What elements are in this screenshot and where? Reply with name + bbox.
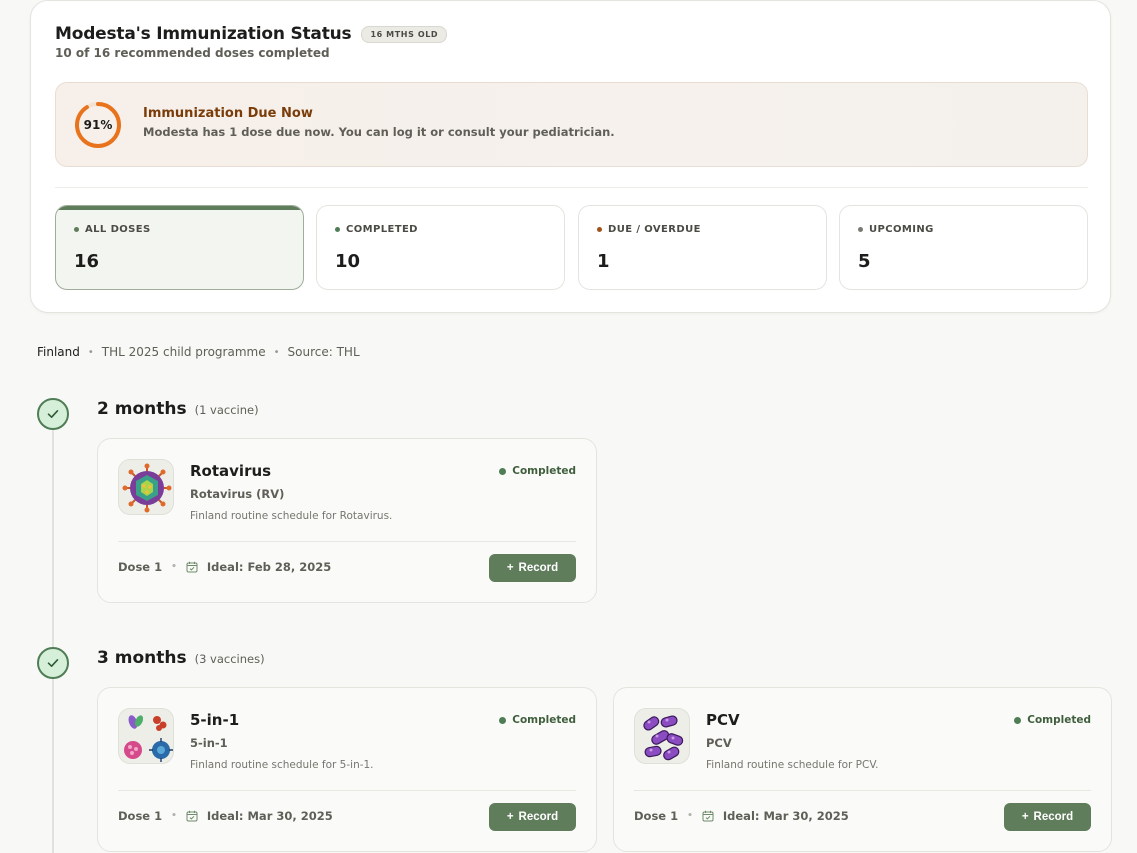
vaccine-description: Finland routine schedule for PCV. — [706, 759, 879, 771]
stat-value: 1 — [597, 251, 610, 272]
record-button-label: Record — [1033, 811, 1074, 823]
stat-dot — [597, 227, 602, 232]
checkmark-icon — [47, 659, 59, 667]
status-label: Completed — [1027, 714, 1091, 726]
stat-value: 10 — [335, 251, 361, 272]
summary-subtitle: 10 of 16 recommended doses completed — [55, 46, 330, 60]
bullet-separator: • — [687, 811, 693, 821]
progress-ring: 91% — [73, 100, 123, 150]
age-group-header: 3 months (3 vaccines) — [97, 648, 265, 668]
source-attribution: Source: THL — [287, 345, 360, 359]
rotavirus-icon — [118, 459, 174, 515]
bullet-separator: • — [171, 562, 177, 572]
ideal-date: Ideal: Feb 28, 2025 — [206, 560, 332, 574]
vaccine-card-rotavirus[interactable]: Rotavirus Rotavirus (RV) Finland routine… — [97, 438, 597, 603]
bullet-separator: • — [273, 346, 280, 358]
record-dose-button[interactable]: + Record — [489, 803, 576, 831]
age-group-count: (3 vaccines) — [194, 652, 265, 666]
stat-label: ALL DOSES — [85, 224, 151, 235]
dose-info: Dose 1 • Ideal: Feb 28, 2025 — [118, 560, 331, 574]
dose-info: Dose 1 • Ideal: Mar 30, 2025 — [118, 809, 333, 823]
calendar-check-icon — [186, 561, 198, 573]
dose-number: Dose 1 — [118, 560, 163, 574]
vaccine-name: Rotavirus — [190, 462, 272, 480]
status-label: Completed — [512, 465, 576, 477]
vaccine-subname: PCV — [706, 736, 732, 750]
page-title: Modesta's Immunization Status — [55, 24, 352, 44]
source-programme: THL 2025 child programme — [101, 345, 266, 359]
status-badge: Completed — [1014, 714, 1091, 726]
vaccine-description: Finland routine schedule for Rotavirus. — [190, 510, 393, 522]
summary-divider — [55, 187, 1088, 188]
combo-vaccine-icon — [118, 708, 174, 764]
schedule-source-line: Finland • THL 2025 child programme • Sou… — [37, 345, 360, 359]
plus-icon: + — [506, 562, 514, 574]
bullet-separator: • — [171, 811, 177, 821]
stat-dot — [858, 227, 863, 232]
timeline-node-complete — [37, 647, 69, 679]
status-badge: Completed — [499, 714, 576, 726]
record-button-label: Record — [518, 811, 559, 823]
vaccine-card-5-in-1[interactable]: 5-in-1 5-in-1 Finland routine schedule f… — [97, 687, 597, 852]
age-badge: 16 MTHS OLD — [361, 25, 448, 43]
dose-number: Dose 1 — [634, 809, 679, 823]
stat-filter-all-doses[interactable]: ALL DOSES 16 — [55, 205, 304, 290]
plus-icon: + — [506, 811, 514, 823]
card-divider — [634, 790, 1091, 791]
timeline-line — [52, 428, 54, 853]
due-banner-text: Modesta has 1 dose due now. You can log … — [143, 125, 615, 139]
stat-filter-due-overdue[interactable]: DUE / OVERDUE 1 — [578, 205, 827, 290]
stat-value: 16 — [74, 251, 100, 272]
status-badge: Completed — [499, 465, 576, 477]
ideal-date: Ideal: Mar 30, 2025 — [722, 809, 849, 823]
pneumococcus-icon — [634, 708, 690, 764]
vaccine-name: 5-in-1 — [190, 711, 240, 729]
stat-dot — [335, 227, 340, 232]
vaccine-subname: Rotavirus (RV) — [190, 487, 285, 501]
immunization-summary-card: Modesta's Immunization Status 16 MTHS OL… — [30, 0, 1111, 313]
stat-filter-upcoming[interactable]: UPCOMING 5 — [839, 205, 1088, 290]
summary-title-row: Modesta's Immunization Status 16 MTHS OL… — [55, 24, 448, 44]
vaccine-description: Finland routine schedule for 5-in-1. — [190, 759, 374, 771]
stat-dot — [74, 227, 79, 232]
dose-info: Dose 1 • Ideal: Mar 30, 2025 — [634, 809, 849, 823]
checkmark-icon — [47, 410, 59, 418]
age-group-header: 2 months (1 vaccine) — [97, 399, 259, 419]
record-dose-button[interactable]: + Record — [489, 554, 576, 582]
plus-icon: + — [1021, 811, 1029, 823]
calendar-check-icon — [186, 810, 198, 822]
vaccine-name: PCV — [706, 711, 740, 729]
age-group-count: (1 vaccine) — [194, 403, 259, 417]
timeline-node-complete — [37, 398, 69, 430]
card-divider — [118, 541, 576, 542]
progress-percent: 91% — [83, 118, 113, 132]
stat-label: COMPLETED — [346, 224, 418, 235]
status-dot — [1014, 716, 1022, 724]
due-banner-title: Immunization Due Now — [143, 106, 313, 121]
vaccine-subname: 5-in-1 — [190, 736, 228, 750]
status-dot — [499, 467, 507, 475]
vaccine-card-pcv[interactable]: PCV PCV Finland routine schedule for PCV… — [613, 687, 1112, 852]
status-label: Completed — [512, 714, 576, 726]
status-dot — [499, 716, 507, 724]
age-group-title: 2 months — [97, 399, 187, 419]
due-now-banner[interactable]: 91% Immunization Due Now Modesta has 1 d… — [55, 82, 1088, 167]
bullet-separator: • — [87, 346, 94, 358]
calendar-check-icon — [702, 810, 714, 822]
stat-label: UPCOMING — [869, 224, 934, 235]
ideal-date: Ideal: Mar 30, 2025 — [206, 809, 333, 823]
age-group-title: 3 months — [97, 648, 187, 668]
card-divider — [118, 790, 576, 791]
stat-value: 5 — [858, 251, 871, 272]
source-country: Finland — [37, 345, 80, 359]
record-dose-button[interactable]: + Record — [1004, 803, 1091, 831]
dose-number: Dose 1 — [118, 809, 163, 823]
stat-label: DUE / OVERDUE — [608, 224, 701, 235]
stat-filter-completed[interactable]: COMPLETED 10 — [316, 205, 565, 290]
record-button-label: Record — [518, 562, 559, 574]
